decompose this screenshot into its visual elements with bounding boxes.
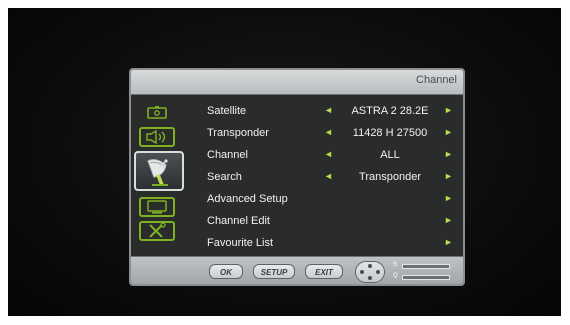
list-item-satellite[interactable]: Satellite ◄ ASTRA 2 28.2E ► <box>187 101 463 122</box>
tab-system[interactable] <box>139 197 175 217</box>
list-item-transponder[interactable]: Transponder ◄ 11428 H 27500 ► <box>187 123 463 144</box>
row-label: Satellite <box>207 105 247 117</box>
arrow-left-icon[interactable]: ◄ <box>324 171 333 181</box>
arrow-right-icon[interactable]: ► <box>444 215 453 225</box>
row-label: Favourite List <box>207 237 274 249</box>
channel-menu: Channel Satellite ◄ ASTRA 2 28.2E ► Tran… <box>129 68 465 286</box>
row-label: Search <box>207 171 242 183</box>
arrow-left-icon[interactable]: ◄ <box>324 127 333 137</box>
picture-icon <box>147 106 167 119</box>
signal-strength-meter <box>402 264 450 269</box>
row-label: Channel Edit <box>207 215 270 227</box>
row-label: Transponder <box>207 127 269 139</box>
list-item-channel[interactable]: Channel ◄ ALL ► <box>187 145 463 166</box>
tv-frame: Channel Satellite ◄ ASTRA 2 28.2E ► Tran… <box>0 0 570 325</box>
tab-tools[interactable] <box>139 221 175 241</box>
satellite-dish-icon <box>147 159 168 186</box>
menu-title-bar: Channel <box>131 70 463 95</box>
row-value: 11428 H 27500 <box>352 127 428 139</box>
arrow-right-icon[interactable]: ► <box>444 237 453 247</box>
row-value: ALL <box>380 149 400 161</box>
button-hint-bar: OK SETUP EXIT S Q <box>131 256 463 284</box>
tab-picture[interactable] <box>139 103 175 123</box>
channel-settings-list: Satellite ◄ ASTRA 2 28.2E ► Transponder … <box>187 95 463 255</box>
signal-quality-meter <box>402 275 450 280</box>
row-value: Transponder <box>359 171 421 183</box>
arrow-right-icon[interactable]: ► <box>444 149 453 159</box>
arrow-left-icon[interactable]: ◄ <box>324 149 333 159</box>
arrow-right-icon[interactable]: ► <box>444 105 453 115</box>
dpad-up-dot <box>368 264 372 268</box>
speaker-icon <box>146 130 166 144</box>
arrow-left-icon[interactable]: ◄ <box>324 105 333 115</box>
menu-title: Channel <box>416 74 457 86</box>
list-item-advanced-setup[interactable]: Advanced Setup ► <box>187 189 463 210</box>
navigation-pad-icon <box>355 261 385 283</box>
arrow-right-icon[interactable]: ► <box>444 193 453 203</box>
menu-icon-column <box>131 95 187 255</box>
monitor-icon <box>147 200 167 214</box>
arrow-right-icon[interactable]: ► <box>444 127 453 137</box>
tv-screen: Channel Satellite ◄ ASTRA 2 28.2E ► Tran… <box>8 8 561 316</box>
tab-channel[interactable] <box>134 151 184 191</box>
dpad-right-dot <box>376 270 380 274</box>
row-label: Advanced Setup <box>207 193 288 205</box>
signal-strength-label: S <box>393 262 398 268</box>
ok-button[interactable]: OK <box>209 264 243 279</box>
dpad-down-dot <box>368 276 372 280</box>
list-item-channel-edit[interactable]: Channel Edit ► <box>187 211 463 232</box>
tools-icon <box>149 223 166 238</box>
list-item-favourite-list[interactable]: Favourite List ► <box>187 233 463 254</box>
tab-sound[interactable] <box>139 127 175 147</box>
arrow-right-icon[interactable]: ► <box>444 171 453 181</box>
signal-quality-label: Q <box>393 273 398 279</box>
list-item-search[interactable]: Search ◄ Transponder ► <box>187 167 463 188</box>
dpad-left-dot <box>360 270 364 274</box>
setup-button[interactable]: SETUP <box>253 264 295 279</box>
row-value: ASTRA 2 28.2E <box>351 105 429 117</box>
exit-button[interactable]: EXIT <box>305 264 343 279</box>
row-label: Channel <box>207 149 248 161</box>
